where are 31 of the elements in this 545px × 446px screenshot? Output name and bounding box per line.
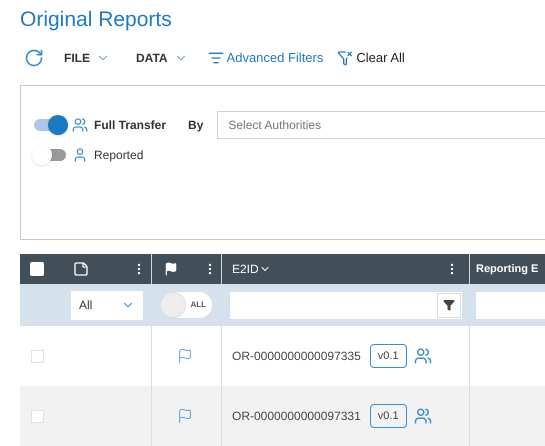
clear-filter-icon [337,50,354,66]
authorities-field[interactable]: Select Authorities [217,110,545,139]
note-filter-dropdown[interactable]: All [71,290,143,320]
note-icon[interactable] [73,261,89,277]
people-icon [414,407,432,425]
flag-icon[interactable] [164,262,178,276]
page-title: Original Reports [20,7,173,33]
row-checkbox[interactable] [31,410,44,422]
toggle-label: Full Transfer [94,116,166,134]
people-icon [72,116,88,133]
menu-button[interactable]: DATA [136,48,188,67]
report-id: OR-0000000000097335 [232,348,361,365]
refresh-icon[interactable] [24,48,44,68]
advanced-filters-button[interactable]: Advanced Filters [208,48,324,68]
people-icon [414,347,432,365]
by-label: By [188,116,204,134]
menu-button[interactable]: FILE [64,48,110,67]
person-icon [72,146,88,163]
version-badge: v0.1 [370,344,407,368]
filter-icon[interactable] [437,292,461,318]
version-badge: v0.1 [370,404,407,428]
column-filter-field[interactable] [476,292,545,318]
filter-lines-icon [208,50,224,66]
report-id: OR-0000000000097331 [232,408,361,425]
flag-filter-toggle[interactable]: ALL [160,292,212,318]
column-header[interactable]: E2ID [232,260,271,278]
select-all-checkbox[interactable] [30,262,44,276]
row-checkbox[interactable] [31,350,44,362]
toggle-label: Reported [94,146,144,164]
column-header[interactable]: Reporting E [476,260,538,278]
clear-all-button[interactable]: Clear All [337,48,405,68]
